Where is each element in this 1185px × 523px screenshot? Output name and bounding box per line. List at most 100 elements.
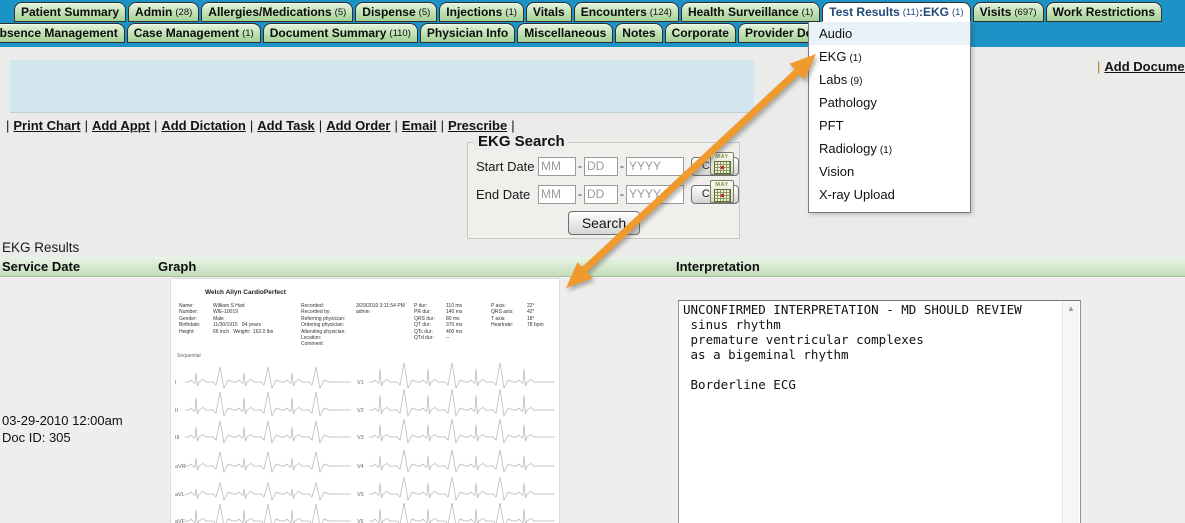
tab-label: Document Summary <box>270 26 387 40</box>
tab-label: Admin <box>135 5 172 19</box>
tab-label: :EKG <box>919 5 949 19</box>
menu-item-count: (1) <box>880 145 892 156</box>
svg-text:III: III <box>175 435 180 441</box>
tab-label: Miscellaneous <box>524 26 606 40</box>
separator: | <box>511 118 514 133</box>
scrollbar[interactable]: ▲ <box>1062 302 1079 523</box>
menu-item-count: (1) <box>849 53 861 64</box>
report-field-value: William S Hart <box>213 303 245 309</box>
tab-count: (5) <box>419 7 431 18</box>
service-date-value: 03-29-2010 12:00am <box>2 412 123 429</box>
tab-count: (5) <box>335 7 347 18</box>
tab-patient-summary[interactable]: Patient Summary <box>14 2 126 22</box>
start-date-row: Start Date - - Clear <box>476 155 739 177</box>
menu-item-pft[interactable]: PFT <box>809 114 970 137</box>
start-month-input[interactable] <box>538 157 576 176</box>
report-field-value: 370 ms <box>446 322 462 328</box>
scroll-up-icon[interactable]: ▲ <box>1063 302 1079 316</box>
separator: | <box>85 118 88 133</box>
tab-bar-secondary: Absence ManagementCase Management(1)Docu… <box>0 23 871 43</box>
link-prescribe[interactable]: Prescribe <box>448 118 507 133</box>
tab-physician-info[interactable]: Physician Info <box>420 23 515 43</box>
tab-encounters[interactable]: Encounters(124) <box>574 2 679 22</box>
tab-count: (124) <box>650 7 672 18</box>
report-field: QTd dur:-- <box>414 335 462 341</box>
tab-test-results[interactable]: Test Results(11):EKG(1) <box>822 2 970 22</box>
menu-item-radiology[interactable]: Radiology(1) <box>809 137 970 160</box>
tab-vitals[interactable]: Vitals <box>526 2 572 22</box>
menu-item-label: Labs <box>819 72 847 87</box>
menu-item-count: (9) <box>850 76 862 87</box>
report-field-key: QTd dur: <box>414 335 446 341</box>
tab-admin[interactable]: Admin(28) <box>128 2 199 22</box>
dash: - <box>620 187 624 201</box>
tab-absence-management[interactable]: Absence Management <box>0 23 125 43</box>
end-day-input[interactable] <box>584 185 618 204</box>
tab-health-surveillance[interactable]: Health Surveillance(1) <box>681 2 820 22</box>
tab-dispense[interactable]: Dispense(5) <box>355 2 437 22</box>
tab-case-management[interactable]: Case Management(1) <box>127 23 261 43</box>
tab-count: (1) <box>505 7 517 18</box>
tab-count: (697) <box>1014 7 1036 18</box>
tab-label: Allergies/Medications <box>208 5 331 19</box>
report-title: Welch Allyn CardioPerfect <box>205 289 286 296</box>
report-field-key: Comment: <box>301 341 356 347</box>
tab-document-summary[interactable]: Document Summary(110) <box>263 23 418 43</box>
report-recording-block: Recorded:3/29/2010 3:11:54 PMRecorded by… <box>301 303 405 348</box>
link-add-order[interactable]: Add Order <box>326 118 390 133</box>
add-document-link-wrap: |Add Document <box>1097 59 1185 74</box>
svg-text:V1: V1 <box>357 380 364 386</box>
separator: | <box>441 118 444 133</box>
report-field: Comment: <box>301 341 405 347</box>
start-day-input[interactable] <box>584 157 618 176</box>
tab-injections[interactable]: Injections(1) <box>439 2 524 22</box>
end-calendar-button[interactable]: MAY <box>710 180 734 203</box>
tab-visits[interactable]: Visits(697) <box>973 2 1044 22</box>
doc-id-value: Doc ID: 305 <box>2 429 123 446</box>
menu-item-labs[interactable]: Labs(9) <box>809 68 970 91</box>
column-header-graph: Graph <box>158 257 196 276</box>
tab-label: Corporate <box>672 26 729 40</box>
tab-bar-primary: Patient SummaryAdmin(28)Allergies/Medica… <box>14 2 1164 22</box>
end-year-input[interactable] <box>626 185 684 204</box>
tab-label: Patient Summary <box>21 5 119 19</box>
search-button[interactable]: Search <box>568 211 640 235</box>
tab-corporate[interactable]: Corporate <box>665 23 736 43</box>
tab-allergies-medications[interactable]: Allergies/Medications (5) <box>201 2 353 22</box>
tab-notes[interactable]: Notes <box>615 23 662 43</box>
start-calendar-button[interactable]: MAY <box>710 152 734 175</box>
search-panel-title: EKG Search <box>474 133 569 150</box>
link-email[interactable]: Email <box>402 118 437 133</box>
report-field-value: 18° <box>527 316 535 322</box>
tab-miscellaneous[interactable]: Miscellaneous <box>517 23 613 43</box>
end-month-input[interactable] <box>538 185 576 204</box>
menu-item-vision[interactable]: Vision <box>809 160 970 183</box>
ekg-graph-thumbnail[interactable]: Welch Allyn CardioPerfect Name:William S… <box>170 278 560 523</box>
svg-text:V5: V5 <box>357 492 364 498</box>
dash: - <box>578 187 582 201</box>
link-print-chart[interactable]: Print Chart <box>13 118 80 133</box>
report-patient-block: Name:William S HartNumber:WIE-10019Gende… <box>179 303 273 335</box>
separator: | <box>6 118 9 133</box>
start-year-input[interactable] <box>626 157 684 176</box>
calendar-month-label: MAY <box>711 154 733 160</box>
separator: | <box>319 118 322 133</box>
menu-item-ekg[interactable]: EKG(1) <box>809 45 970 68</box>
calendar-icon <box>714 161 731 174</box>
link-add-task[interactable]: Add Task <box>257 118 315 133</box>
menu-item-audio[interactable]: Audio <box>809 22 970 45</box>
menu-item-x-ray-upload[interactable]: X-ray Upload <box>809 183 970 206</box>
link-add-dictation[interactable]: Add Dictation <box>161 118 246 133</box>
separator: | <box>154 118 157 133</box>
add-document-link[interactable]: Add Document <box>1104 59 1185 74</box>
menu-item-pathology[interactable]: Pathology <box>809 91 970 114</box>
separator: | <box>250 118 253 133</box>
dash: - <box>578 159 582 173</box>
link-add-appt[interactable]: Add Appt <box>92 118 150 133</box>
tab-work-restrictions[interactable]: Work Restrictions <box>1046 2 1162 22</box>
interpretation-textarea[interactable]: UNCONFIRMED INTERPRETATION - MD SHOULD R… <box>678 300 1081 523</box>
separator: | <box>394 118 397 133</box>
calendar-month-label: MAY <box>711 182 733 188</box>
patient-info-banner <box>10 60 754 113</box>
menu-item-label: Pathology <box>819 95 877 110</box>
